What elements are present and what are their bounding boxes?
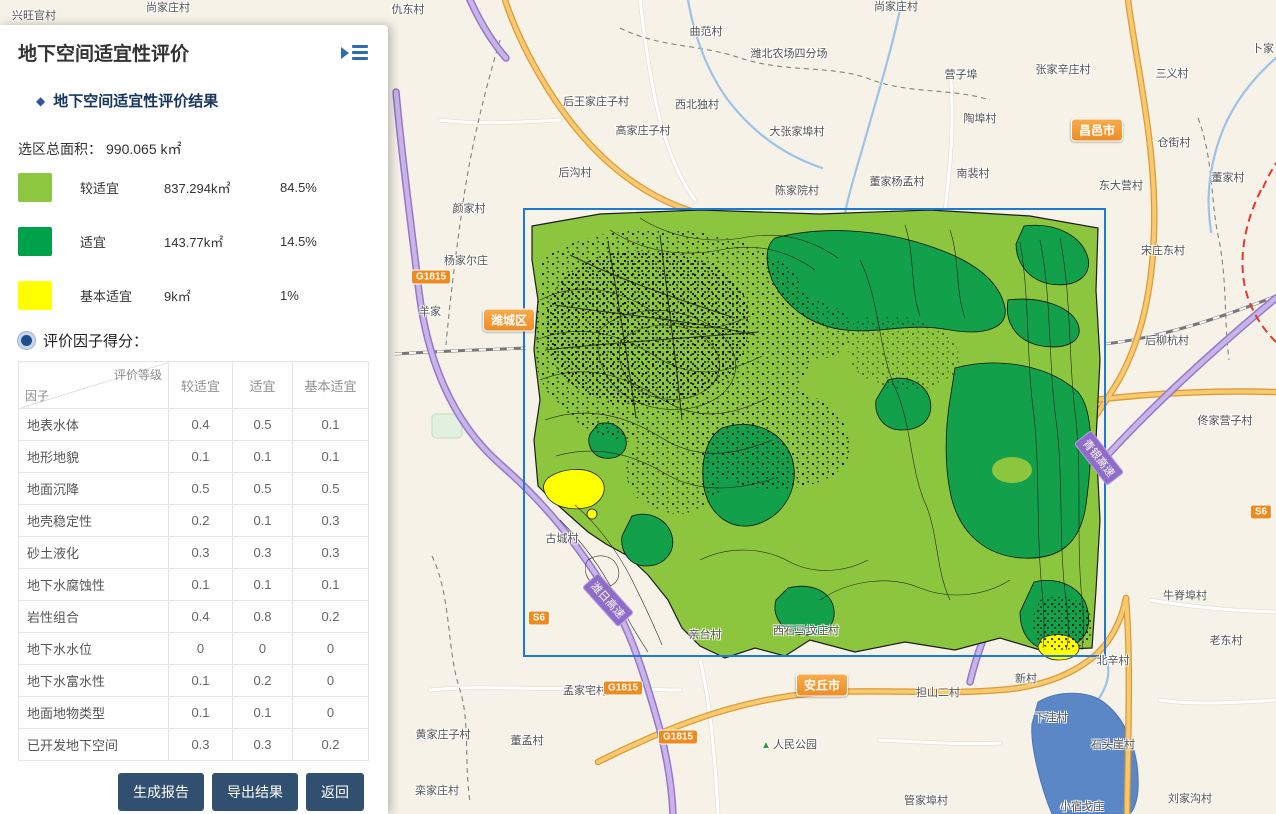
factor-row: 地面沉降0.50.50.5	[19, 473, 369, 505]
evaluation-panel: 地下空间适宜性评价 ◆ 地下空间适宜性评价结果 选区总面积：990.065 k㎡…	[0, 25, 388, 814]
total-area-row: 选区总面积：990.065 k㎡	[18, 139, 368, 159]
legend-percent: 1%	[280, 288, 299, 303]
factor-score: 0.3	[293, 537, 369, 569]
factor-score: 0.3	[233, 729, 293, 761]
factor-score: 0.3	[233, 537, 293, 569]
legend-label: 适宜	[80, 232, 164, 251]
table-corner-cell: 评价等级 因子	[19, 362, 169, 409]
legend-swatch	[18, 173, 52, 202]
legend-area: 9k㎡	[164, 286, 280, 305]
factor-name: 地表水体	[19, 409, 169, 441]
factor-score: 0.2	[293, 601, 369, 633]
factor-row: 地面地物类型0.10.10	[19, 697, 369, 729]
factor-score: 0.3	[169, 537, 233, 569]
factor-score: 0	[293, 665, 369, 697]
corner-label-factor: 因子	[25, 387, 49, 404]
factor-score: 0.5	[293, 473, 369, 505]
factor-score: 0.5	[169, 473, 233, 505]
legend-percent: 14.5%	[280, 234, 317, 249]
suitability-legend: 较适宜837.294k㎡84.5%适宜143.77k㎡14.5%基本适宜9k㎡1…	[18, 173, 368, 310]
factor-score: 0.1	[169, 665, 233, 697]
legend-item: 较适宜837.294k㎡84.5%	[18, 173, 368, 202]
factor-score: 0.1	[233, 441, 293, 473]
factor-score: 0.1	[169, 569, 233, 601]
overlay-hole	[992, 457, 1032, 483]
factor-score: 0.3	[293, 505, 369, 537]
factor-name: 地下水腐蚀性	[19, 569, 169, 601]
menu-icon	[352, 45, 368, 60]
result-section-title: 地下空间适宜性评价结果	[53, 90, 218, 111]
factor-name: 地面地物类型	[19, 697, 169, 729]
factor-score: 0.5	[233, 473, 293, 505]
factor-row: 岩性组合0.40.80.2	[19, 601, 369, 633]
legend-item: 基本适宜9k㎡1%	[18, 281, 368, 310]
factor-name: 岩性组合	[19, 601, 169, 633]
export-results-button[interactable]: 导出结果	[212, 773, 298, 811]
factor-section-header: 评价因子得分：	[18, 330, 368, 351]
factor-score: 0.1	[233, 569, 293, 601]
factor-row: 地下水富水性0.10.20	[19, 665, 369, 697]
column-header: 适宜	[233, 362, 293, 409]
factor-score-table: 评价等级 因子 较适宜 适宜 基本适宜 地表水体0.40.50.1地形地貌0.1…	[18, 361, 369, 761]
factor-name: 地形地貌	[19, 441, 169, 473]
factor-row: 已开发地下空间0.30.30.2	[19, 729, 369, 761]
factor-score: 0.5	[233, 409, 293, 441]
panel-header: 地下空间适宜性评价	[18, 39, 368, 66]
total-area-value: 990.065 k㎡	[106, 141, 182, 157]
factor-score: 0.1	[169, 441, 233, 473]
factor-score: 0.1	[169, 697, 233, 729]
panel-collapse-button[interactable]	[341, 45, 368, 60]
factor-score: 0.8	[233, 601, 293, 633]
factor-row: 地下水腐蚀性0.10.10.1	[19, 569, 369, 601]
column-header: 较适宜	[169, 362, 233, 409]
table-header-row: 评价等级 因子 较适宜 适宜 基本适宜	[19, 362, 369, 409]
factor-score: 0.1	[293, 441, 369, 473]
factor-name: 已开发地下空间	[19, 729, 169, 761]
action-buttons: 生成报告 导出结果 返回	[18, 761, 368, 813]
factor-name: 地下水水位	[19, 633, 169, 665]
factor-score: 0.1	[233, 697, 293, 729]
back-button[interactable]: 返回	[306, 773, 364, 811]
factor-score: 0	[169, 633, 233, 665]
legend-swatch	[18, 227, 52, 256]
factor-score: 0.2	[233, 665, 293, 697]
factor-name: 地面沉降	[19, 473, 169, 505]
factor-score: 0.4	[169, 601, 233, 633]
factor-name: 地壳稳定性	[19, 505, 169, 537]
panel-title: 地下空间适宜性评价	[18, 39, 189, 66]
legend-area: 143.77k㎡	[164, 232, 280, 251]
factor-score: 0.1	[293, 409, 369, 441]
factor-score: 0	[233, 633, 293, 665]
factor-row: 地形地貌0.10.10.1	[19, 441, 369, 473]
legend-area: 837.294k㎡	[164, 178, 280, 197]
factor-score: 0	[293, 697, 369, 729]
legend-label: 基本适宜	[80, 286, 164, 305]
legend-label: 较适宜	[80, 178, 164, 197]
factor-row: 地表水体0.40.50.1	[19, 409, 369, 441]
factor-row: 地壳稳定性0.20.10.3	[19, 505, 369, 537]
factor-score: 0.4	[169, 409, 233, 441]
factor-section-title: 评价因子得分：	[43, 330, 148, 351]
collapse-arrow-icon	[341, 47, 349, 59]
factor-score: 0.2	[293, 729, 369, 761]
factor-score: 0.1	[233, 505, 293, 537]
corner-label-grade: 评价等级	[114, 366, 162, 383]
total-area-label: 选区总面积：	[18, 141, 102, 157]
factor-name: 地下水富水性	[19, 665, 169, 697]
legend-percent: 84.5%	[280, 180, 317, 195]
factor-name: 砂土液化	[19, 537, 169, 569]
bullet-circle-icon	[18, 332, 35, 349]
factor-score: 0.2	[169, 505, 233, 537]
factor-score: 0.3	[169, 729, 233, 761]
generate-report-button[interactable]: 生成报告	[118, 773, 204, 811]
factor-score: 0	[293, 633, 369, 665]
diamond-icon: ◆	[36, 94, 45, 108]
factor-score: 0.1	[293, 569, 369, 601]
factor-row: 砂土液化0.30.30.3	[19, 537, 369, 569]
factor-row: 地下水水位000	[19, 633, 369, 665]
result-section-header: ◆ 地下空间适宜性评价结果	[18, 90, 368, 111]
legend-item: 适宜143.77k㎡14.5%	[18, 227, 368, 256]
legend-swatch	[18, 281, 52, 310]
column-header: 基本适宜	[293, 362, 369, 409]
